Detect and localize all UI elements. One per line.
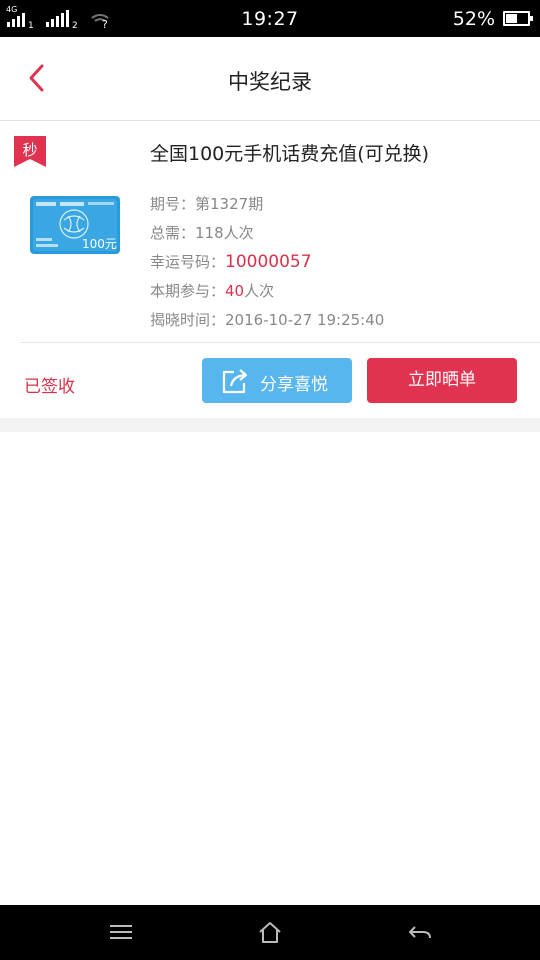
total-line: 总需：118人次: [150, 219, 384, 248]
status-bar: 4G 1 2 ? 19:27 52%: [0, 0, 540, 37]
battery-icon: [503, 11, 533, 26]
record-details: 期号：第1327期 总需：118人次 幸运号码：10000057 本期参与：40…: [150, 190, 384, 335]
home-icon[interactable]: [257, 920, 283, 944]
back-arrow-icon[interactable]: [407, 920, 433, 944]
lucky-number-value: 10000057: [225, 252, 312, 272]
section-separator: [0, 418, 540, 432]
battery-percent: 52%: [452, 8, 495, 30]
page-title: 中奖纪录: [228, 70, 312, 94]
share-button[interactable]: 分享喜悦: [202, 358, 352, 403]
share-button-label: 分享喜悦: [260, 375, 328, 395]
winning-record-card: 秒 全国100元手机话费充值(可兑换) 100元 期号：第1327期 总需：11…: [0, 122, 540, 418]
joined-count: 40: [225, 282, 245, 300]
share-icon: [222, 369, 248, 394]
period-value: 第1327期: [195, 195, 264, 213]
product-title[interactable]: 全国100元手机话费充值(可兑换): [150, 139, 429, 166]
delivery-status: 已签收: [24, 377, 75, 397]
reveal-time-label: 揭晓时间：: [150, 311, 226, 329]
badge-label: 秒: [22, 141, 38, 159]
navigation-bar: [0, 905, 540, 960]
seckill-badge: 秒: [14, 136, 46, 167]
reveal-time-value: 2016-10-27 19:25:40: [225, 311, 385, 329]
card-value: 100元: [82, 237, 117, 251]
show-off-button[interactable]: 立即晒单: [367, 358, 517, 403]
joined-label: 本期参与：: [150, 282, 226, 300]
joined-unit: 人次: [244, 282, 275, 300]
joined-line: 本期参与：40人次: [150, 277, 384, 306]
total-value: 118人次: [195, 224, 254, 242]
recharge-card-image[interactable]: 100元: [30, 196, 120, 254]
total-label: 总需：: [150, 224, 196, 242]
lucky-number-line: 幸运号码：10000057: [150, 248, 384, 277]
menu-icon[interactable]: [108, 920, 134, 944]
reveal-time-line: 揭晓时间：2016-10-27 19:25:40: [150, 306, 384, 335]
divider: [20, 342, 540, 343]
period-line: 期号：第1327期: [150, 190, 384, 219]
app-header: 中奖纪录: [0, 37, 540, 121]
period-label: 期号：: [150, 195, 196, 213]
lucky-number-label: 幸运号码：: [150, 253, 226, 271]
